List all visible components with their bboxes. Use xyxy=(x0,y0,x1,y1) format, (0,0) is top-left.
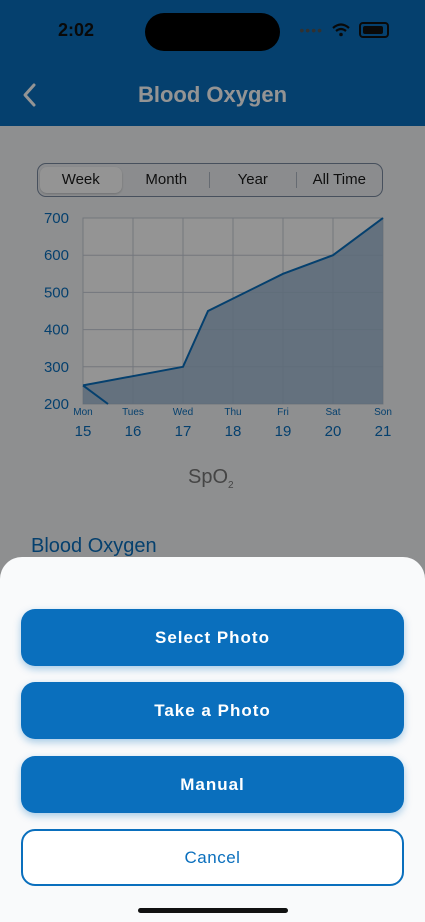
take-photo-button[interactable]: Take a Photo xyxy=(21,682,404,739)
action-sheet: Select Photo Take a Photo Manual Cancel xyxy=(0,557,425,922)
home-indicator xyxy=(138,908,288,913)
cancel-button[interactable]: Cancel xyxy=(21,829,404,886)
select-photo-button[interactable]: Select Photo xyxy=(21,609,404,666)
manual-button[interactable]: Manual xyxy=(21,756,404,813)
